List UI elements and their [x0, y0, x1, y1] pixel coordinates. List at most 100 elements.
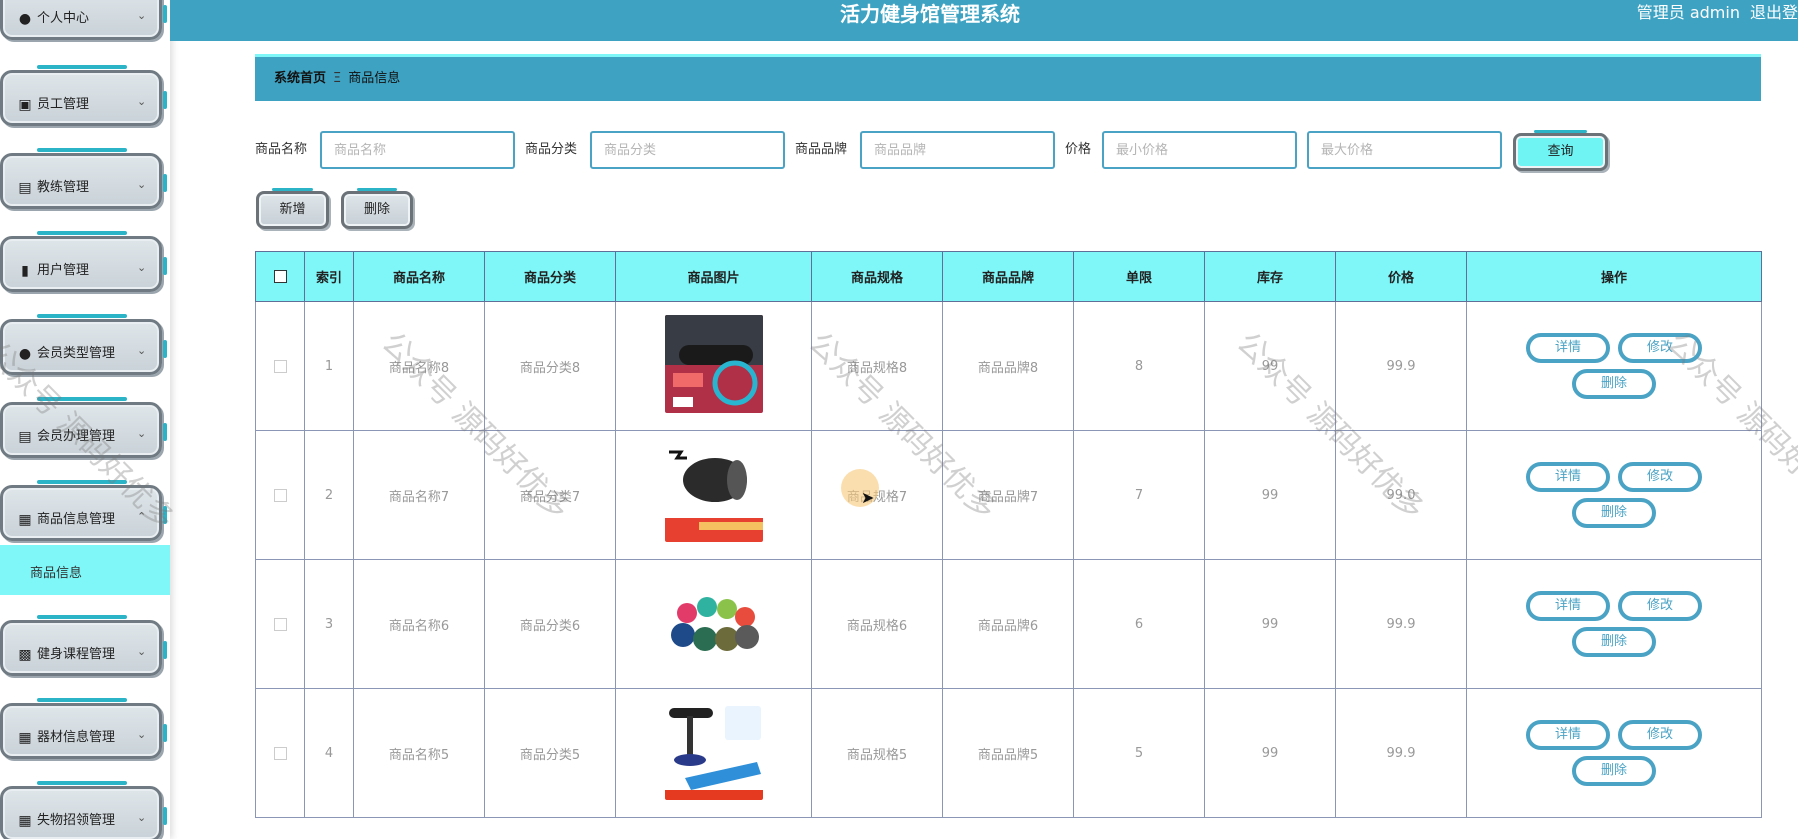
delete-button[interactable]: 删除	[1572, 498, 1656, 528]
chevron-down-icon: ⌄	[137, 261, 147, 274]
sidebar-item-lost-found[interactable]: ▦ 失物招领管理 ⌄	[0, 780, 167, 839]
stock-cell: 99	[1204, 559, 1336, 689]
query-button[interactable]: 查询	[1513, 130, 1608, 171]
row-checkbox[interactable]	[273, 488, 287, 502]
delete-button[interactable]: 删除	[1572, 756, 1656, 786]
user-label: 管理员 admin	[1636, 3, 1740, 22]
limit-cell: 6	[1073, 559, 1205, 689]
detail-button[interactable]: 详情	[1526, 720, 1610, 750]
spec-cell: 商品规格6	[811, 559, 943, 689]
detail-button[interactable]: 详情	[1526, 462, 1610, 492]
name-search-input[interactable]	[320, 131, 515, 169]
detail-button[interactable]: 详情	[1526, 333, 1610, 363]
detail-button[interactable]: 详情	[1526, 591, 1610, 621]
max-price-input[interactable]	[1307, 131, 1502, 169]
min-price-input[interactable]	[1102, 131, 1297, 169]
person-icon: ●	[18, 346, 32, 362]
category-label: 商品分类	[525, 142, 578, 157]
edit-button[interactable]: 修改	[1618, 720, 1702, 750]
sidebar-item-label: 教练管理	[37, 180, 90, 195]
table-row: 4 商品名称5 商品分类5 商品规格5 商品品牌5 5 99 99.9 详情 修…	[255, 688, 1762, 818]
breadcrumb-current: 商品信息	[348, 71, 401, 86]
sidebar-item-staff[interactable]: ▣ 员工管理 ⌄	[0, 64, 167, 126]
sidebar-item-label: 员工管理	[37, 97, 90, 112]
price-cell: 99.9	[1335, 301, 1467, 431]
app-title: 活力健身馆管理系统	[840, 2, 1020, 26]
sidebar-item-label: 会员类型管理	[37, 346, 116, 361]
batch-delete-button[interactable]: 删除	[341, 188, 413, 229]
page: ● 个人中心 ⌄ ▣ 员工管理 ⌄ ▤ 教练管理 ⌄ ▮ 用户管理 ⌄ ● 会员…	[0, 0, 1798, 839]
menu-frame: ▤ 会员办理管理 ⌄	[0, 397, 167, 458]
sidebar-item-member-handle[interactable]: ▤ 会员办理管理 ⌄	[0, 396, 167, 458]
limit-cell: 8	[1073, 301, 1205, 431]
logout-link[interactable]: 退出登	[1750, 3, 1798, 22]
chevron-down-icon: ⌄	[137, 811, 147, 824]
sidebar-item-coach[interactable]: ▤ 教练管理 ⌄	[0, 147, 167, 209]
edit-button[interactable]: 修改	[1618, 591, 1702, 621]
column-header: 单限	[1073, 251, 1205, 302]
column-header: 操作	[1466, 251, 1762, 302]
price-label: 价格	[1065, 142, 1092, 157]
sidebar-item-label: 会员办理管理	[37, 429, 116, 444]
brand-cell: 商品品牌8	[942, 301, 1074, 431]
limit-cell: 5	[1073, 688, 1205, 818]
column-header: 商品品牌	[942, 251, 1074, 302]
price-cell: 99.9	[1335, 559, 1467, 689]
select-all-cell	[255, 251, 305, 302]
sidebar-item-product-info[interactable]: ▦ 商品信息管理 ⌃	[0, 479, 167, 541]
brand-cell: 商品品牌7	[942, 430, 1074, 560]
breadcrumb-home[interactable]: 系统首页	[274, 71, 326, 86]
monitor-icon: ▩	[18, 647, 32, 663]
grid-icon: ▦	[18, 813, 32, 829]
delete-button[interactable]: 删除	[1572, 369, 1656, 399]
column-header: 价格	[1335, 251, 1467, 302]
breadcrumb-separator-icon: Ξ	[333, 71, 342, 86]
table-header-row: 索引 商品名称 商品分类 商品图片 商品规格 商品品牌 单限 库存 价格 操作	[255, 251, 1762, 302]
add-button[interactable]: 新增	[256, 188, 329, 229]
breadcrumb: 系统首页 Ξ 商品信息	[255, 57, 1761, 101]
index-cell: 2	[304, 430, 354, 560]
sidebar-item-equipment[interactable]: ▦ 器材信息管理 ⌄	[0, 697, 167, 759]
actions-cell: 详情 修改 删除	[1466, 688, 1762, 818]
row-checkbox[interactable]	[273, 359, 287, 373]
row-select-cell	[255, 301, 305, 431]
menu-frame: ▦ 失物招领管理 ⌄	[0, 781, 167, 839]
edit-button[interactable]: 修改	[1618, 462, 1702, 492]
sidebar-item-fitness-course[interactable]: ▩ 健身课程管理 ⌄	[0, 614, 167, 676]
sidebar-item-users[interactable]: ▮ 用户管理 ⌄	[0, 230, 167, 292]
edit-button[interactable]: 修改	[1618, 333, 1702, 363]
category-cell: 商品分类6	[484, 559, 616, 689]
limit-cell: 7	[1073, 430, 1205, 560]
price-cell: 99.9	[1335, 688, 1467, 818]
index-cell: 3	[304, 559, 354, 689]
image-cell	[615, 301, 812, 431]
brand-search-input[interactable]	[860, 131, 1055, 169]
image-cell	[615, 559, 812, 689]
select-all-checkbox[interactable]	[273, 270, 287, 283]
category-search-input[interactable]	[590, 131, 785, 169]
column-header: 索引	[304, 251, 354, 302]
chevron-down-icon: ⌄	[137, 95, 147, 108]
menu-frame: ● 会员类型管理 ⌄	[0, 314, 167, 375]
person-icon: ●	[18, 11, 32, 27]
row-checkbox[interactable]	[273, 746, 287, 760]
sidebar-subitem-product-info[interactable]: 商品信息	[0, 545, 170, 595]
column-header: 商品分类	[484, 251, 616, 302]
chevron-down-icon: ⌄	[137, 344, 147, 357]
sidebar-item-member-type[interactable]: ● 会员类型管理 ⌄	[0, 313, 167, 375]
grid-icon: ▦	[18, 730, 32, 746]
delete-button[interactable]: 删除	[1572, 627, 1656, 657]
sidebar-item-label: 个人中心	[37, 11, 90, 26]
row-checkbox[interactable]	[273, 617, 287, 631]
menu-frame: ▮ 用户管理 ⌄	[0, 231, 167, 292]
product-image-foam-roller	[664, 315, 763, 413]
chevron-down-icon: ⌄	[137, 9, 147, 22]
inbox-icon: ▣	[18, 97, 32, 113]
menu-frame: ▤ 教练管理 ⌄	[0, 148, 167, 209]
sidebar-item-personal-center[interactable]: ● 个人中心 ⌄	[0, 0, 167, 40]
name-cell: 商品名称7	[353, 430, 485, 560]
stock-cell: 99	[1204, 430, 1336, 560]
chevron-down-icon: ⌄	[137, 728, 147, 741]
menu-frame: ▦ 商品信息管理 ⌃	[0, 480, 167, 541]
chevron-down-icon: ⌄	[137, 427, 147, 440]
